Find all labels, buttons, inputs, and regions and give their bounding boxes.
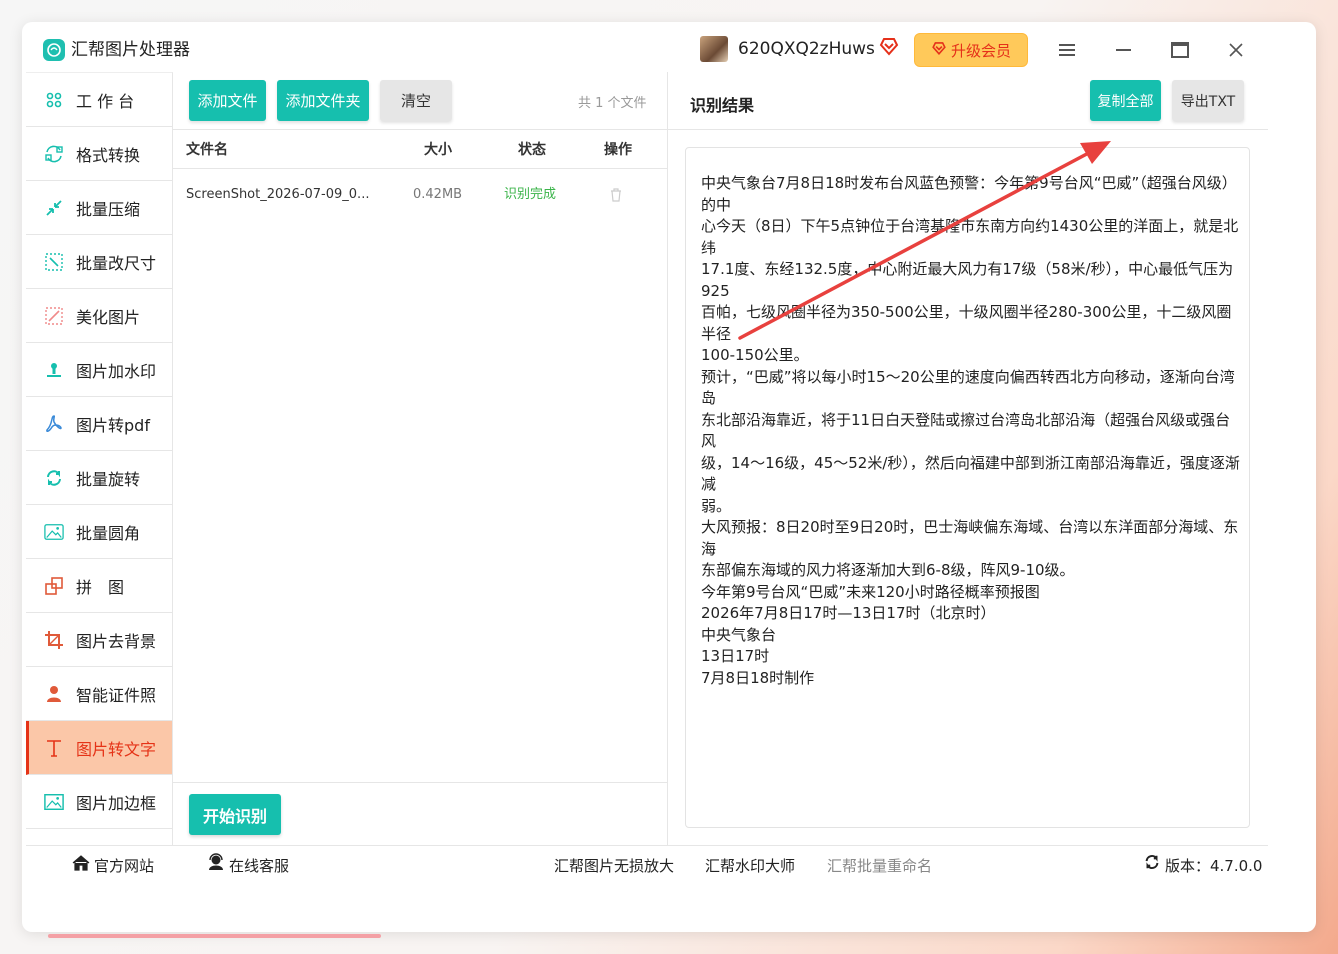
result-header-divider [668,129,1268,130]
result-title: 识别结果 [690,96,755,115]
sidebar-item-label: 图片转pdf [76,415,150,435]
sidebar-item-puzzle[interactable]: 拼 图 [26,559,172,613]
file-size: 0.42MB [413,187,463,202]
copy-all-button[interactable]: 复制全部 [1090,80,1161,121]
sidebar-item-rounded-corner[interactable]: 批量圆角 [26,505,172,559]
start-recognition-button[interactable]: 开始识别 [189,794,281,835]
watermark-icon [44,360,64,380]
sidebar-item-label: 图片转文字 [76,739,157,759]
app-logo-icon [43,39,65,61]
file-table-header: 文件名 大小 状态 操作 [173,129,667,169]
sidebar-item-label: 批量改尺寸 [76,253,157,273]
column-header-name: 文件名 [186,142,228,158]
file-panel-bottom-divider [173,782,667,783]
avatar[interactable] [700,36,728,62]
vip-diamond-icon [878,35,900,61]
crop-icon [44,630,64,650]
refresh-icon [1143,846,1161,886]
resize-icon [44,252,64,272]
sidebar: 工 作 台 格式转换 批量压缩 批量改尺寸 美化图片 图片加水印 图片转pdf … [26,72,173,845]
table-row[interactable]: ScreenShot_2026-07-09_0... 0.42MB 识别完成 [173,175,667,215]
beautify-icon [44,306,64,326]
sidebar-item-label: 格式转换 [76,145,141,165]
sidebar-item-batch-resize[interactable]: 批量改尺寸 [26,235,172,289]
close-icon[interactable] [1224,38,1248,62]
footer: 官方网站 在线客服 汇帮图片无损放大 汇帮水印大师 汇帮批量重命名 版本：4.7… [26,845,1268,885]
progress-bar [48,934,381,938]
sidebar-item-workbench[interactable]: 工 作 台 [26,73,172,127]
version-info[interactable]: 版本：4.7.0.0 [1143,846,1262,886]
sidebar-item-beautify[interactable]: 美化图片 [26,289,172,343]
panel-divider [667,72,668,845]
vip-diamond-icon [931,40,947,60]
upgrade-vip-label: 升级会员 [950,41,1011,60]
file-count: 共 1 个文件 [578,96,647,111]
sidebar-item-label: 智能证件照 [76,685,157,705]
online-service-link[interactable]: 在线客服 [207,846,289,886]
sidebar-item-label: 批量压缩 [76,199,141,219]
maximize-icon[interactable] [1168,38,1192,62]
minimize-icon[interactable] [1112,38,1136,62]
online-service-label: 在线客服 [229,857,290,875]
customer-service-icon [207,846,225,886]
official-site-label: 官方网站 [94,857,155,875]
sidebar-item-label: 批量圆角 [76,523,141,543]
sidebar-item-format-convert[interactable]: 格式转换 [26,127,172,181]
compress-icon [44,198,64,218]
text-icon [44,738,64,758]
puzzle-icon [44,576,64,596]
footer-link-lossless-enlarge[interactable]: 汇帮图片无损放大 [554,846,674,886]
sidebar-item-batch-compress[interactable]: 批量压缩 [26,181,172,235]
sidebar-item-remove-background[interactable]: 图片去背景 [26,613,172,667]
clear-button[interactable]: 清空 [380,80,452,121]
sidebar-item-label: 美化图片 [76,307,141,327]
export-txt-button[interactable]: 导出TXT [1172,80,1244,121]
username[interactable]: 620QXQ2zHuws [738,38,875,60]
sidebar-item-label: 批量旋转 [76,469,141,489]
result-text[interactable]: 中央气象台7月8日18时发布台风蓝色预警：今年第9号台风“巴威”（超强台风级）的… [701,173,1241,689]
sidebar-item-batch-rotate[interactable]: 批量旋转 [26,451,172,505]
app-title: 汇帮图片处理器 [71,40,190,60]
add-file-button[interactable]: 添加文件 [189,80,266,121]
column-header-status: 状态 [518,142,546,158]
footer-link-watermark-master[interactable]: 汇帮水印大师 [705,846,795,886]
convert-icon [44,144,64,164]
home-icon [72,846,90,886]
footer-link-batch-rename[interactable]: 汇帮批量重命名 [827,846,932,886]
rotate-icon [44,468,64,488]
version-label: 版本：4.7.0.0 [1165,857,1263,875]
sidebar-item-to-pdf[interactable]: 图片转pdf [26,397,172,451]
sidebar-item-label: 工 作 台 [76,91,135,111]
column-header-action: 操作 [604,142,632,158]
sidebar-item-watermark[interactable]: 图片加水印 [26,343,172,397]
sidebar-item-add-frame[interactable]: 图片加边框 [26,775,172,829]
column-header-size: 大小 [424,142,452,158]
add-folder-button[interactable]: 添加文件夹 [277,80,369,121]
file-name: ScreenShot_2026-07-09_0... [186,187,370,202]
rounded-corner-icon [44,522,64,542]
sidebar-item-image-to-text[interactable]: 图片转文字 [26,721,172,775]
menu-icon[interactable] [1055,38,1079,62]
sidebar-item-label: 拼 图 [76,577,125,597]
sidebar-item-label: 图片加水印 [76,361,157,381]
grid-icon [44,90,64,110]
trash-icon[interactable] [610,188,622,206]
sidebar-item-label: 图片去背景 [76,631,157,651]
sidebar-item-label: 图片加边框 [76,793,157,813]
frame-icon [44,792,64,812]
upgrade-vip-button[interactable]: 升级会员 [914,33,1028,67]
pdf-icon [44,414,64,434]
person-icon [44,684,64,704]
sidebar-item-id-photo[interactable]: 智能证件照 [26,667,172,721]
official-site-link[interactable]: 官方网站 [72,846,154,886]
file-status: 识别完成 [504,187,557,202]
